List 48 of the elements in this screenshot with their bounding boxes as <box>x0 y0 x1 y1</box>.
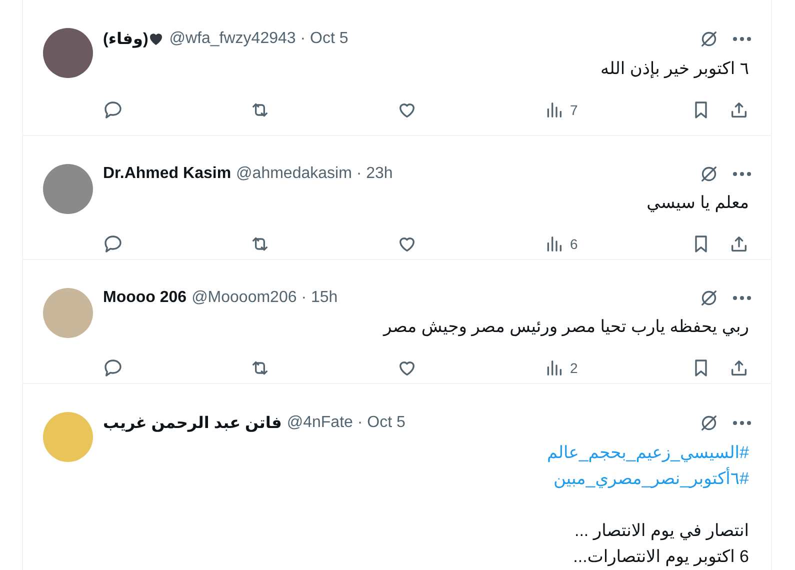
slashed-circle-icon <box>699 164 719 184</box>
slashed-circle-icon <box>699 29 719 49</box>
share-icon <box>729 234 749 254</box>
reply-icon <box>103 234 123 254</box>
display-name[interactable]: Dr.Ahmed Kasim <box>103 165 232 183</box>
more-icon <box>733 172 751 176</box>
grok-button[interactable] <box>699 413 719 433</box>
share-icon <box>729 358 749 378</box>
reply-icon <box>103 100 123 120</box>
views-button[interactable]: 6 <box>544 234 578 254</box>
grok-button[interactable] <box>699 288 719 308</box>
tweet-text: انتصار في يوم الانتصار ... <box>574 520 749 542</box>
avatar-placeholder <box>43 288 93 338</box>
share-button[interactable] <box>729 234 749 254</box>
tweet-text: ربي يحفظه يارب تحيا مصر ورئيس مصر وجيش مصر <box>383 316 749 338</box>
reply-button[interactable] <box>103 100 123 120</box>
more-button[interactable] <box>733 421 751 425</box>
handle-and-time: @4nFate · Oct 5 <box>286 414 406 432</box>
avatar-placeholder <box>43 412 93 462</box>
more-button[interactable] <box>733 37 751 41</box>
views-button[interactable]: 2 <box>544 358 578 378</box>
share-icon <box>729 100 749 120</box>
handle-and-time: @Moooom206 · 15h <box>192 289 338 307</box>
reply-icon <box>103 358 123 378</box>
reply-button[interactable] <box>103 234 123 254</box>
share-button[interactable] <box>729 358 749 378</box>
views-button[interactable]: 7 <box>544 100 578 120</box>
more-icon <box>733 421 751 425</box>
tweet-text: 6 اكتوبر يوم الانتصارات... <box>573 546 749 568</box>
tweet-text: ٦ اكتوبر خير بإذن الله <box>600 58 749 80</box>
share-button[interactable] <box>729 100 749 120</box>
more-button[interactable] <box>733 296 751 300</box>
more-icon <box>733 296 751 300</box>
slashed-circle-icon <box>699 288 719 308</box>
grok-button[interactable] <box>699 29 719 49</box>
more-icon <box>733 37 751 41</box>
slashed-circle-icon <box>699 413 719 433</box>
handle-and-time: @wfa_fwzy42943 · Oct 5 <box>169 30 348 48</box>
grok-button[interactable] <box>699 164 719 184</box>
handle-and-time: @ahmedakasim · 23h <box>236 165 393 183</box>
more-button[interactable] <box>733 172 751 176</box>
display-name[interactable]: فاتن عبد الرحمن غريب <box>103 413 282 433</box>
avatar-placeholder <box>43 28 93 78</box>
display-name[interactable]: Moooo 206 <box>103 289 187 307</box>
display-name[interactable]: (وفاء) <box>103 29 148 49</box>
tweet-text: معلم يا سيسي <box>646 192 749 214</box>
reply-button[interactable] <box>103 358 123 378</box>
avatar-placeholder <box>43 164 93 214</box>
